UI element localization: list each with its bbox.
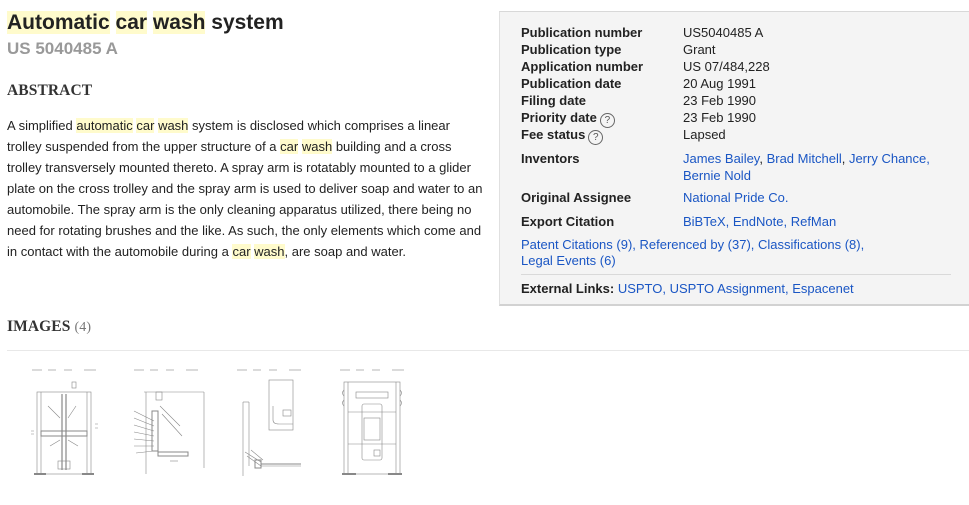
search-highlight: car [280, 139, 299, 154]
inventor-link[interactable]: Bernie Nold [683, 168, 751, 183]
original-assignee-row: Original Assignee National Pride Co. [521, 189, 789, 206]
label-text: Priority date [521, 110, 597, 125]
inventor-link[interactable]: James Bailey [683, 151, 759, 166]
section-links: Patent Citations (9), Referenced by (37)… [521, 237, 865, 268]
label: Filing date [521, 93, 586, 108]
value: 23 Feb 1990 [683, 93, 757, 108]
search-highlight: wash [254, 244, 285, 259]
label: Fee status? [521, 126, 683, 145]
label: Publication type [521, 42, 622, 57]
value: Grant [683, 42, 716, 57]
title-part: Automatic [7, 11, 110, 34]
search-highlight: automatic [76, 118, 133, 133]
export-bibtex-link[interactable]: BiBTeX [683, 214, 726, 229]
patent-citations-link[interactable]: Patent Citations (9) [521, 237, 632, 252]
inventors-row: Inventors James Bailey, Brad Mitchell, J… [521, 151, 930, 183]
value: 20 Aug 1991 [683, 76, 757, 91]
export-refman-link[interactable]: RefMan [791, 214, 837, 229]
abstract-segment: , are soap and water. [284, 244, 406, 259]
drawing-thumbnail-3[interactable] [233, 366, 311, 479]
value: US 07/484,228 [683, 59, 770, 74]
images-count: (4) [74, 320, 92, 335]
images-heading: IMAGES (4) [7, 318, 91, 336]
help-icon[interactable]: ? [588, 130, 604, 145]
fee-status-row: Fee status? Lapsed [521, 126, 726, 145]
uspto-link[interactable]: USPTO [618, 281, 663, 296]
label: External Links: [521, 281, 615, 296]
search-highlight: wash [301, 139, 333, 154]
application-number-row: Application number US 07/484,228 [521, 58, 770, 75]
publication-date-row: Publication date 20 Aug 1991 [521, 75, 756, 92]
external-links-row: External Links: USPTO, USPTO Assignment,… [521, 281, 854, 296]
publication-number-row: Publication number US5040485 A [521, 24, 763, 41]
espacenet-link[interactable]: Espacenet [792, 281, 853, 296]
title-part: system [205, 11, 284, 34]
abstract-text: A simplified automatic car wash system i… [7, 115, 485, 262]
drawing-thumbnail-4[interactable] [336, 366, 414, 479]
title-part: car [115, 11, 148, 34]
value: US5040485 A [683, 25, 764, 40]
value: Lapsed [683, 127, 726, 142]
inventor-link[interactable]: Jerry Chance [849, 151, 926, 166]
label: Publication number [521, 25, 643, 40]
label: Application number [521, 59, 644, 74]
search-highlight: car [232, 244, 251, 259]
label: Inventors [521, 151, 580, 166]
assignee-link[interactable]: National Pride Co. [683, 190, 789, 205]
drawing-thumbnail-2[interactable] [130, 366, 208, 479]
search-highlight: wash [158, 118, 189, 133]
uspto-assignment-link[interactable]: USPTO Assignment [670, 281, 785, 296]
abstract-heading: ABSTRACT [7, 82, 93, 99]
legal-events-link[interactable]: Legal Events (6) [521, 253, 616, 268]
value: 23 Feb 1990 [683, 110, 757, 125]
patent-title: Automatic car wash system [7, 11, 284, 35]
publication-number-subtitle: US 5040485 A [7, 39, 118, 58]
title-part: wash [152, 11, 206, 34]
search-highlight: car [136, 118, 155, 133]
patent-details-panel: Publication number US5040485 A Publicatio… [499, 11, 969, 306]
images-heading-text: IMAGES [7, 318, 71, 335]
export-endnote-link[interactable]: EndNote [733, 214, 784, 229]
filing-date-row: Filing date 23 Feb 1990 [521, 92, 756, 109]
title-part [110, 11, 116, 34]
abstract-segment: building and a cross trolley transversel… [7, 139, 483, 259]
label: Publication date [521, 76, 622, 91]
divider [521, 274, 951, 275]
export-citation-row: Export Citation BiBTeX, EndNote, RefMan [521, 214, 837, 229]
label-text: Fee status [521, 127, 586, 142]
publication-type-row: Publication type Grant [521, 41, 716, 58]
classifications-link[interactable]: Classifications (8) [758, 237, 861, 252]
label: Export Citation [521, 214, 615, 229]
abstract-segment: A simplified [7, 118, 77, 133]
divider [7, 350, 969, 351]
inventor-link[interactable]: Brad Mitchell [767, 151, 842, 166]
referenced-by-link[interactable]: Referenced by (37) [640, 237, 751, 252]
label: Original Assignee [521, 190, 632, 205]
drawing-thumbnail-1[interactable] [28, 366, 106, 479]
